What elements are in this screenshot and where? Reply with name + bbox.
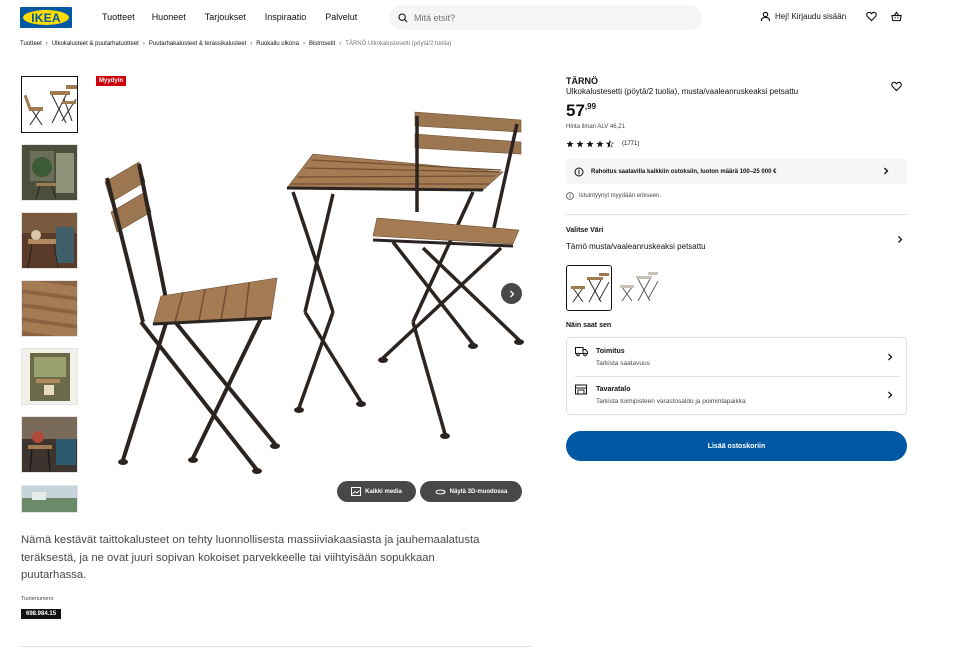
nav-item-inspiration[interactable]: Inspiraatio [265, 12, 307, 22]
chevron-right-icon: › [339, 41, 342, 47]
nav-item-products[interactable]: Tuotteet [102, 12, 135, 22]
chevron-right-icon [884, 167, 889, 175]
search-bar[interactable] [389, 5, 702, 30]
product-number-label: Tuotenumero [21, 596, 54, 602]
rating[interactable]: (1771) [566, 140, 639, 148]
color-swatch-selected[interactable] [566, 265, 612, 311]
bestseller-badge: Myydyin [96, 76, 127, 86]
store-option[interactable]: Tavaratalo Tarkista toimipisteen varasto… [567, 376, 906, 414]
login-label: Hej! Kirjaudu sisään [775, 12, 847, 21]
thumbnail-lifestyle-window[interactable] [21, 348, 78, 405]
thumbnail-lifestyle-dining[interactable] [21, 212, 78, 269]
store-subtitle: Tarkista toimipisteen varastosaldo ja po… [596, 398, 746, 405]
review-count: (1771) [622, 141, 640, 147]
table-illustration [286, 153, 504, 439]
thumbnail-lifestyle-view[interactable] [21, 485, 78, 513]
all-media-label: Kaikki media [365, 488, 402, 495]
star-icon [586, 140, 594, 148]
chevron-right-icon [509, 290, 514, 297]
chair-illustration [372, 111, 524, 363]
credit-icon [574, 167, 584, 176]
price-vat: Hinta ilman ALV 46,21 [566, 124, 625, 130]
breadcrumb-item[interactable]: Tuotteet [20, 41, 42, 47]
product-description: Ulkokalustesetti (pöytä/2 tuolia), musta… [566, 87, 799, 96]
breadcrumb: Tuotteet › Ulkokalusteet & puutarhatuotte… [20, 41, 451, 47]
search-icon [398, 12, 408, 23]
main-nav: Tuotteet Huoneet Tarjoukset Inspiraatio … [102, 12, 357, 22]
delivery-subtitle: Tarkista saatavuus [596, 360, 650, 367]
product-name: TÄRNÖ [566, 76, 598, 86]
divider [21, 646, 532, 647]
chevron-right-icon: › [45, 41, 48, 47]
star-icon [576, 140, 584, 148]
all-media-button[interactable]: Kaikki media [337, 481, 416, 502]
shopping-bag-icon[interactable] [891, 11, 902, 22]
divider [566, 214, 907, 215]
product-price: 57,99 [566, 101, 596, 121]
heart-icon[interactable] [891, 81, 902, 92]
breadcrumb-item[interactable]: Puutarhakalusteet & terassikalusteet [149, 41, 246, 47]
ikea-logo[interactable]: IKEA [20, 7, 72, 28]
add-to-cart-button[interactable]: Lisää ostoskoriin [566, 431, 907, 461]
breadcrumb-item[interactable]: Bistrosetit [309, 41, 335, 47]
star-icon [566, 140, 574, 148]
thumbnail-lifestyle-terrace[interactable] [21, 416, 78, 473]
price-integer: 57 [566, 101, 585, 120]
product-long-description: Nämä kestävät taittokalusteet on tehty l… [21, 534, 480, 581]
view-3d-label: Näytä 3D-muodossa [449, 488, 508, 495]
nav-item-offers[interactable]: Tarjoukset [205, 12, 246, 22]
chevron-right-icon: › [302, 41, 305, 47]
info-icon [566, 192, 574, 200]
chevron-right-icon[interactable] [896, 235, 904, 244]
main-product-image[interactable] [93, 72, 530, 512]
color-swatch-option[interactable] [616, 265, 662, 311]
chevron-right-icon [888, 391, 893, 399]
breadcrumb-item[interactable]: Ulkokalusteet & puutarhatuotteet [52, 41, 139, 47]
financing-text: Rahoitus saatavilla kaikkiin ostoksiin, … [591, 168, 777, 175]
price-decimal: ,99 [584, 102, 597, 111]
star-icon [596, 140, 604, 148]
color-label: Valitse Väri [566, 227, 604, 234]
view-3d-button[interactable]: Näytä 3D-muodossa [420, 481, 522, 502]
breadcrumb-current: TÄRNÖ Ulkokalustesetti (pöytä/2 tuolia) [345, 41, 452, 47]
thumbnail-wood-detail[interactable] [21, 280, 78, 337]
color-value[interactable]: Tärnö musta/vaaleanruskeaksi petsattu [566, 242, 706, 251]
delivery-option[interactable]: Toimitus Tarkista saatavuus [567, 338, 906, 377]
gallery-icon [351, 487, 362, 496]
chevron-right-icon: › [250, 41, 253, 47]
chair-illustration [104, 161, 280, 474]
fulfillment-options: Toimitus Tarkista saatavuus Tavaratalo T… [566, 337, 907, 415]
fulfillment-label: Näin saat sen [566, 322, 612, 329]
product-number: 698.984.15 [21, 609, 62, 619]
chevron-right-icon [888, 353, 893, 361]
next-image-button[interactable] [501, 283, 522, 304]
breadcrumb-item[interactable]: Ruokailu ulkona [256, 41, 299, 47]
thumbnail-product-set[interactable] [21, 76, 78, 133]
star-half-icon [606, 140, 614, 148]
site-header: IKEA Tuotteet Huoneet Tarjoukset Inspira… [0, 0, 960, 36]
search-input[interactable] [414, 12, 684, 23]
nav-item-services[interactable]: Palvelut [325, 12, 357, 22]
cushion-note: Istuintyynyt myydään erikseen. [566, 192, 661, 200]
nav-item-rooms[interactable]: Huoneet [152, 12, 186, 22]
user-icon [760, 11, 771, 22]
financing-banner[interactable]: Rahoitus saatavilla kaikkiin ostoksiin, … [566, 159, 907, 184]
heart-icon[interactable] [866, 11, 877, 22]
login-link[interactable]: Hej! Kirjaudu sisään [760, 11, 846, 22]
chevron-right-icon: › [142, 41, 145, 47]
rotate-3d-icon [435, 489, 446, 494]
cushion-note-text: Istuintyynyt myydään erikseen. [579, 193, 662, 199]
store-title: Tavaratalo [596, 386, 631, 393]
truck-icon [575, 347, 588, 357]
thumbnail-lifestyle-balcony[interactable] [21, 144, 78, 201]
store-icon [575, 384, 587, 395]
delivery-title: Toimitus [596, 348, 625, 355]
